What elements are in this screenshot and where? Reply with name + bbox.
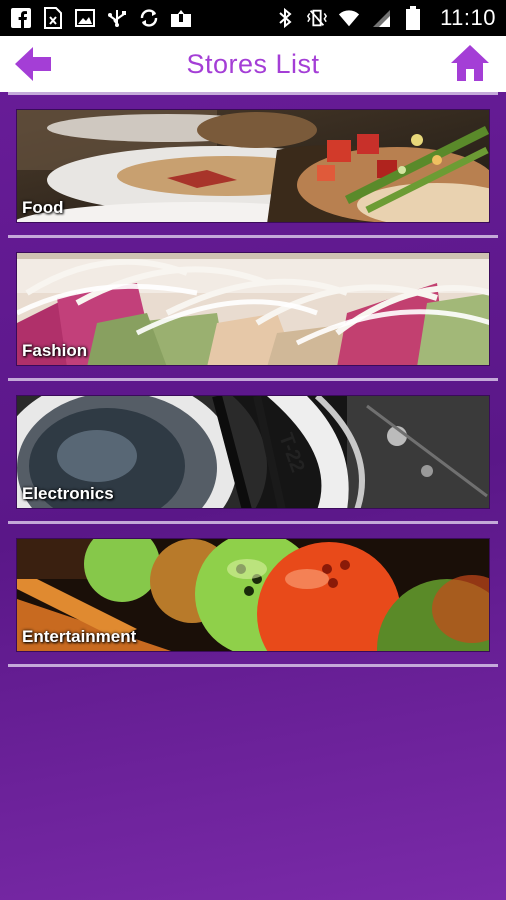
store-row-food: Food (0, 95, 506, 235)
vibrate-icon (306, 7, 328, 29)
back-button[interactable] (14, 46, 52, 82)
store-row-electronics: T-22 Electronics (0, 381, 506, 521)
store-card-electronics[interactable]: T-22 Electronics (16, 395, 490, 509)
store-label: Electronics (22, 484, 114, 503)
store-label: Food (22, 198, 64, 217)
divider (8, 378, 498, 381)
status-bar: 11:10 (0, 0, 506, 36)
bluetooth-icon (274, 7, 296, 29)
home-icon (451, 45, 489, 81)
store-card-entertainment[interactable]: Entertainment (16, 538, 490, 652)
divider (8, 521, 498, 524)
fashion-image (17, 253, 489, 365)
store-label: Entertainment (22, 627, 137, 646)
upload-icon (170, 7, 192, 29)
store-list: Food Fashion T-22 Electronics Entertainm… (0, 92, 506, 667)
sim-icon (42, 7, 64, 29)
wifi-icon (338, 7, 360, 29)
app-header: Stores List (0, 36, 506, 92)
store-row-fashion: Fashion (0, 238, 506, 378)
store-label: Fashion (22, 341, 88, 360)
facebook-icon (10, 7, 32, 29)
divider (8, 664, 498, 667)
sync-icon (138, 7, 160, 29)
image-icon (74, 7, 96, 29)
usb-icon (106, 7, 128, 29)
store-row-entertainment: Entertainment (0, 524, 506, 664)
arrow-left-icon (15, 47, 51, 81)
food-image (17, 110, 489, 222)
home-button[interactable] (450, 44, 490, 82)
status-time: 11:10 (440, 5, 496, 30)
signal-icon (370, 7, 392, 29)
status-right-icons: 11:10 (274, 5, 496, 31)
status-left-icons (10, 7, 192, 29)
divider (8, 235, 498, 238)
store-card-fashion[interactable]: Fashion (16, 252, 490, 366)
store-card-food[interactable]: Food (16, 109, 490, 223)
battery-icon (402, 6, 424, 30)
divider (8, 92, 498, 95)
page-title: Stores List (186, 48, 320, 79)
